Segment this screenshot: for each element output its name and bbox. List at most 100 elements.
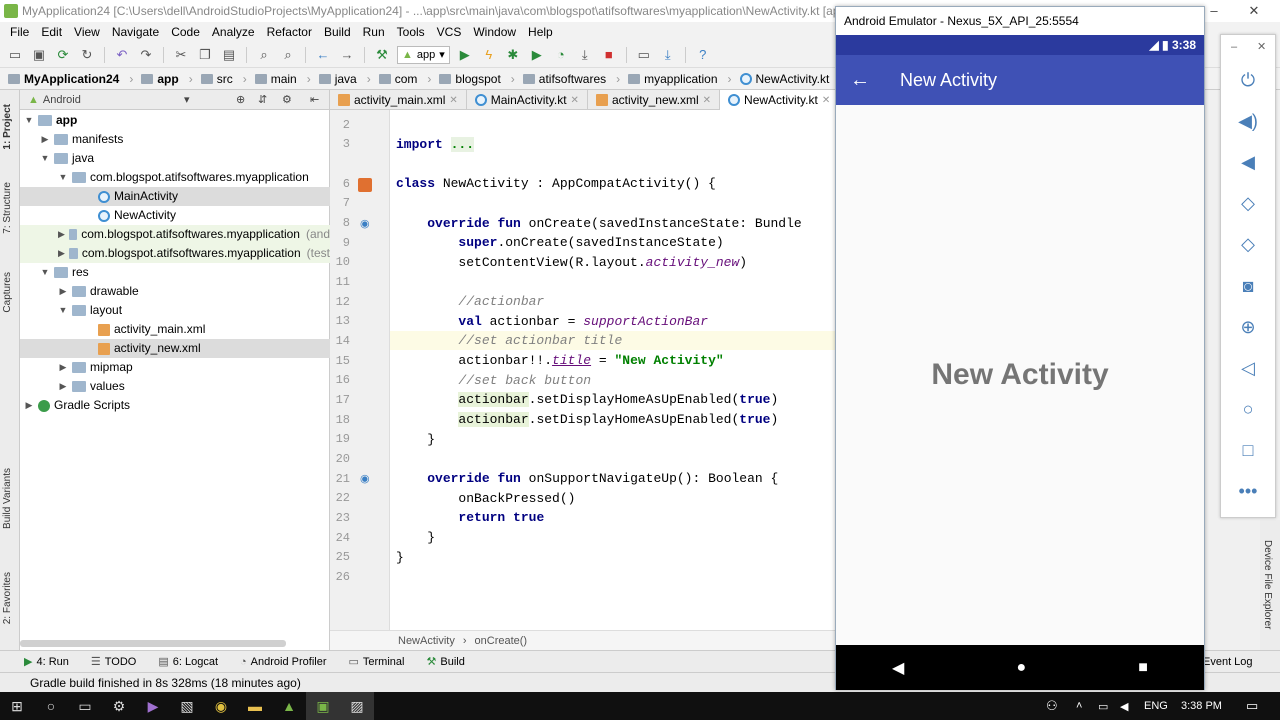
emulator-minimize-icon[interactable]: – xyxy=(1231,41,1237,53)
tree-item-test-package[interactable]: ▶ com.blogspot.atifsoftwares.myapplicatio… xyxy=(20,244,330,263)
menu-edit[interactable]: Edit xyxy=(35,25,68,39)
apply-changes-icon[interactable]: ϟ xyxy=(480,46,498,64)
tree-item-activity-main-xml[interactable]: activity_main.xml xyxy=(98,320,205,339)
crumb-function[interactable]: onCreate() xyxy=(475,635,528,647)
profile-icon[interactable]: ◔ xyxy=(552,46,570,64)
menu-build[interactable]: Build xyxy=(318,25,357,39)
profiler-tool-button[interactable]: ◔ Android Profiler xyxy=(240,656,326,668)
save-icon[interactable]: ▣ xyxy=(30,46,48,64)
windows-start-icon[interactable]: ⊞ xyxy=(0,692,34,720)
copy-icon[interactable]: ❐ xyxy=(196,46,214,64)
nav-recents-icon[interactable]: ■ xyxy=(1138,659,1148,677)
crumb-myapplication[interactable]: myapplication › xyxy=(628,72,739,86)
stop-icon[interactable]: ■ xyxy=(600,46,618,64)
crumb-app[interactable]: app › xyxy=(141,72,200,86)
rotate-right-icon[interactable]: ◇ xyxy=(1221,229,1275,259)
tree-item-layout[interactable]: ▼ layout xyxy=(58,301,123,320)
menu-help[interactable]: Help xyxy=(522,25,559,39)
tree-item-mainactivity[interactable]: MainActivity xyxy=(20,187,330,206)
attach-debugger-icon[interactable]: ⤓ xyxy=(576,46,594,64)
tree-item-mipmap[interactable]: ▶ mipmap xyxy=(58,358,133,377)
tree-item-gradle-scripts[interactable]: ▶ Gradle Scripts xyxy=(24,396,131,415)
build-variants-tool-button[interactable]: Build Variants xyxy=(2,468,13,529)
close-tab-icon[interactable]: ✕ xyxy=(571,95,579,106)
build-tool-button[interactable]: ⚒ Build xyxy=(426,655,464,668)
visual-studio-icon[interactable]: ▶ xyxy=(136,692,170,720)
rotate-left-icon[interactable]: ◇ xyxy=(1221,188,1275,218)
tree-item-activity-new-xml[interactable]: activity_new.xml xyxy=(20,339,330,358)
hide-panel-icon[interactable]: ⇤ xyxy=(310,93,319,106)
menu-view[interactable]: View xyxy=(68,25,106,39)
crumb-blogspot[interactable]: blogspot › xyxy=(439,72,522,86)
android-icon[interactable]: ▲ xyxy=(272,692,306,720)
power-icon[interactable]: ⏻ xyxy=(1221,65,1275,95)
menu-file[interactable]: File xyxy=(4,25,35,39)
terminal-tool-button[interactable]: ▭ Terminal xyxy=(349,655,405,668)
close-tab-icon[interactable]: ✕ xyxy=(822,95,830,106)
crumb-file[interactable]: NewActivity.kt xyxy=(739,72,838,86)
file-explorer-icon[interactable]: ▬ xyxy=(238,692,272,720)
favorites-tool-button[interactable]: 2: Favorites xyxy=(2,572,13,624)
tree-item-drawable[interactable]: ▶ drawable xyxy=(58,282,139,301)
crumb-src[interactable]: src › xyxy=(200,72,255,86)
menu-code[interactable]: Code xyxy=(165,25,206,39)
home-icon[interactable]: ○ xyxy=(1221,394,1275,424)
run-tool-button[interactable]: ▶ 4: Run xyxy=(24,655,69,668)
language-indicator[interactable]: ENG xyxy=(1144,700,1168,712)
network-icon[interactable]: ▭ xyxy=(1098,700,1108,713)
logcat-tool-button[interactable]: ▤ 6: Logcat xyxy=(158,655,218,668)
structure-tool-button[interactable]: 7: Structure xyxy=(2,182,13,234)
paste-icon[interactable]: ▤ xyxy=(220,46,238,64)
volume-up-icon[interactable]: ◀) xyxy=(1221,106,1275,136)
chrome-icon[interactable]: ◉ xyxy=(204,692,238,720)
tree-item-values[interactable]: ▶ values xyxy=(58,377,125,396)
sync-icon[interactable]: ⟳ xyxy=(54,46,72,64)
horizontal-scrollbar[interactable] xyxy=(20,640,286,647)
debug-icon[interactable]: ✱ xyxy=(504,46,522,64)
device-file-explorer-button[interactable]: Device File Explorer xyxy=(1262,540,1273,629)
tree-item-package[interactable]: ▼ com.blogspot.atifsoftwares.myapplicatio… xyxy=(58,168,309,187)
tree-item-app[interactable]: ▼ app xyxy=(24,111,78,130)
crumb-java[interactable]: java › xyxy=(318,72,379,86)
override-gutter-icon[interactable]: ◉ xyxy=(360,472,370,485)
override-gutter-icon[interactable]: ◉ xyxy=(360,217,370,230)
tab-mainactivity-kt[interactable]: MainActivity.kt ✕ xyxy=(467,90,588,110)
close-tab-icon[interactable]: ✕ xyxy=(703,95,711,106)
replace-icon[interactable]: ⌕ xyxy=(279,46,297,64)
code-editor[interactable]: 2 3 6 7 8 9 10 11 12 13 14 15 16 17 18 1… xyxy=(330,110,835,630)
scroll-from-source-icon[interactable]: ⊕ xyxy=(236,93,245,106)
tree-item-manifests[interactable]: ▶ manifests xyxy=(40,130,124,149)
close-icon[interactable]: ✕ xyxy=(1234,0,1274,22)
menu-run[interactable]: Run xyxy=(357,25,391,39)
picture-icon[interactable]: ▨ xyxy=(340,692,374,720)
menu-analyze[interactable]: Analyze xyxy=(206,25,261,39)
redo-icon[interactable]: ↷ xyxy=(137,46,155,64)
chevron-up-icon[interactable]: ˄ xyxy=(1076,700,1082,712)
crumb-project[interactable]: MyApplication24 › xyxy=(8,72,141,86)
settings-gear-icon[interactable]: ⚙ xyxy=(282,93,292,106)
task-view-icon[interactable]: ▭ xyxy=(68,692,102,720)
refresh-icon[interactable]: ↻ xyxy=(78,46,96,64)
volume-icon[interactable]: ◀ xyxy=(1120,700,1128,713)
back-icon[interactable]: ← xyxy=(314,46,332,64)
more-icon[interactable]: ••• xyxy=(1221,476,1275,506)
tree-item-res[interactable]: ▼ res xyxy=(40,263,89,282)
back-arrow-icon[interactable]: ← xyxy=(836,69,884,92)
run-config-select[interactable]: ▲ app ▾ xyxy=(397,45,450,64)
help-icon[interactable]: ? xyxy=(694,46,712,64)
chevron-down-icon[interactable]: ▾ xyxy=(184,93,190,106)
collapse-all-icon[interactable]: ⇵ xyxy=(258,93,267,106)
tab-activity-new-xml[interactable]: activity_new.xml ✕ xyxy=(588,90,721,110)
camera-icon[interactable]: ◙ xyxy=(1221,271,1275,301)
menu-tools[interactable]: Tools xyxy=(391,25,431,39)
overview-icon[interactable]: □ xyxy=(1221,435,1275,465)
cut-icon[interactable]: ✂ xyxy=(172,46,190,64)
coverage-icon[interactable]: ▶ xyxy=(528,46,546,64)
android-studio-icon[interactable]: ▣ xyxy=(306,692,340,720)
avd-manager-icon[interactable]: ▭ xyxy=(635,46,653,64)
tab-activity-main-xml[interactable]: activity_main.xml ✕ xyxy=(330,90,467,110)
back-icon[interactable]: ◁ xyxy=(1221,353,1275,383)
undo-icon[interactable]: ↶ xyxy=(113,46,131,64)
people-icon[interactable]: ⚇ xyxy=(1046,698,1058,714)
notifications-icon[interactable]: ▭ xyxy=(1246,698,1258,714)
